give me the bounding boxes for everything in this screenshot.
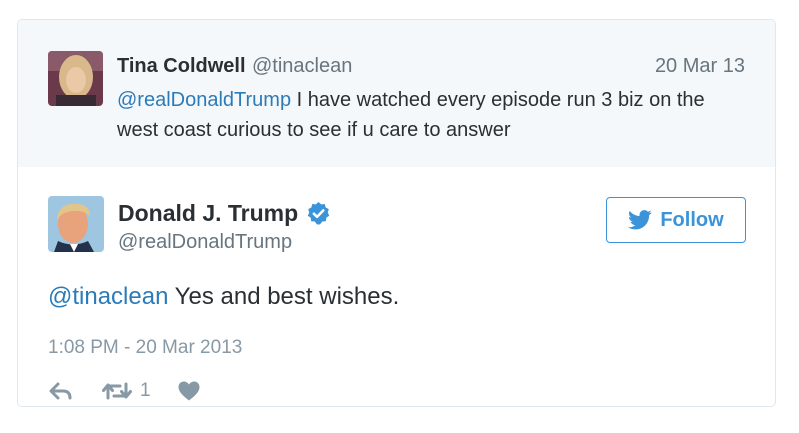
tweet-timestamp[interactable]: 1:08 PM - 20 Mar 2013: [48, 337, 242, 359]
main-tweet-body: Yes and best wishes.: [168, 283, 400, 310]
donald-trump-avatar[interactable]: [48, 196, 104, 252]
parent-tweet-header: Tina Coldwell @tinaclean 20 Mar 13: [117, 55, 745, 79]
parent-tweet[interactable]: Tina Coldwell @tinaclean 20 Mar 13 @real…: [18, 20, 775, 167]
tweet-actions: 1: [48, 380, 201, 402]
retweet-count: 1: [140, 380, 151, 401]
like-button[interactable]: [177, 380, 201, 402]
tina-coldwell-avatar[interactable]: [48, 51, 103, 106]
parent-mention-link[interactable]: @realDonaldTrump: [117, 89, 291, 111]
reply-button[interactable]: [48, 381, 74, 401]
verified-badge-icon: [306, 201, 331, 226]
follow-label: Follow: [660, 208, 724, 231]
main-author-handle[interactable]: @realDonaldTrump: [118, 231, 292, 254]
avatar-photo-icon: [48, 51, 103, 106]
parent-tweet-date[interactable]: 20 Mar 13: [655, 55, 745, 78]
main-author-name[interactable]: Donald J. Trump: [118, 200, 298, 227]
follow-button[interactable]: Follow: [606, 197, 746, 243]
parent-author-name[interactable]: Tina Coldwell: [117, 55, 246, 77]
parent-tweet-text: @realDonaldTrump I have watched every ep…: [117, 85, 747, 145]
main-mention-link[interactable]: @tinaclean: [48, 283, 168, 310]
twitter-bird-icon: [628, 210, 652, 230]
heart-icon: [178, 381, 200, 401]
avatar-photo-icon: [48, 196, 104, 252]
retweet-icon: [102, 382, 132, 400]
retweet-button[interactable]: 1: [102, 380, 151, 402]
embedded-tweet-card: Tina Coldwell @tinaclean 20 Mar 13 @real…: [17, 19, 776, 407]
reply-icon: [49, 382, 72, 400]
main-author-name-row: Donald J. Trump: [118, 200, 331, 227]
parent-author-handle[interactable]: @tinaclean: [252, 55, 352, 77]
main-tweet-text: @tinaclean Yes and best wishes.: [48, 283, 399, 311]
